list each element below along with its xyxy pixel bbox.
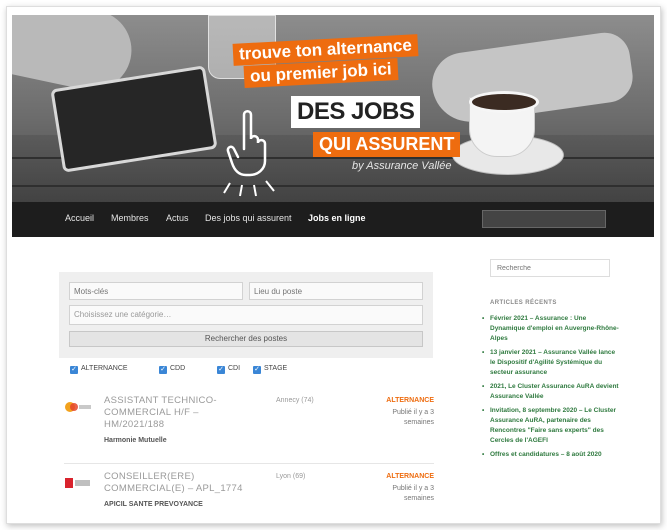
bullet-icon: • — [482, 451, 485, 458]
recent-article-text[interactable]: Février 2021 – Assurance : Une Dynamique… — [490, 315, 619, 342]
pointing-hand-icon — [223, 110, 275, 197]
recent-article-text[interactable]: 13 janvier 2021 – Assurance Vallée lance… — [490, 349, 615, 376]
job-posted-date: Publié il y a 3 semaines — [392, 485, 434, 502]
job-company: Harmonie Mutuelle — [104, 437, 167, 444]
harmonie-logo-icon — [65, 402, 91, 412]
recent-article-link[interactable]: • Février 2021 – Assurance : Une Dynamiqu… — [482, 314, 622, 344]
job-search-form: Choisissez une catégorie… Rechercher des… — [59, 272, 433, 358]
hero-title: DES JOBS — [291, 96, 421, 128]
recent-article-text[interactable]: Offres et candidatures – 8 août 2020 — [490, 451, 602, 458]
recent-articles-list: • Février 2021 – Assurance : Une Dynamiqu… — [482, 314, 622, 464]
job-posted-date: Publié il y a 3 semaines — [392, 409, 434, 426]
apicil-logo-icon — [65, 478, 90, 488]
hero-subtitle: QUI ASSURENT — [313, 132, 461, 157]
job-type-badge: ALTERNANCE — [386, 473, 434, 480]
screenshot-frame: trouve ton alternance ou premier job ici… — [6, 6, 661, 524]
filter-cdi[interactable]: ✓ CDI — [217, 365, 240, 374]
keywords-input[interactable] — [69, 282, 243, 300]
hero-banner: trouve ton alternance ou premier job ici… — [12, 15, 654, 202]
recent-article-link[interactable]: • Offres et candidatures – 8 août 2020 — [482, 450, 622, 460]
filter-label: ALTERNANCE — [81, 365, 128, 372]
job-location: Lyon (69) — [276, 473, 306, 480]
checkbox-checked-icon[interactable]: ✓ — [253, 366, 261, 374]
nav-item-jobs-en-ligne[interactable]: Jobs en ligne — [308, 213, 366, 223]
checkbox-checked-icon[interactable]: ✓ — [159, 366, 167, 374]
bullet-icon: • — [482, 407, 485, 414]
search-jobs-button[interactable]: Rechercher des postes — [69, 331, 423, 347]
recent-article-link[interactable]: • Invitation, 8 septembre 2020 – Le Clust… — [482, 406, 622, 446]
coffee-surface — [469, 91, 539, 113]
nav-item-actus[interactable]: Actus — [166, 213, 189, 223]
nav-item-accueil[interactable]: Accueil — [65, 213, 94, 223]
filter-alternance[interactable]: ✓ ALTERNANCE — [70, 365, 128, 374]
filter-stage[interactable]: ✓ STAGE — [253, 365, 287, 374]
bullet-icon: • — [482, 383, 485, 390]
job-type-badge: ALTERNANCE — [386, 397, 434, 404]
main-navigation: Accueil Membres Actus Des jobs qui assur… — [12, 202, 654, 237]
job-type-filters: ✓ ALTERNANCE ✓ CDD ✓ CDI ✓ STAGE — [70, 365, 430, 379]
nav-item-des-jobs[interactable]: Des jobs qui assurent — [205, 213, 292, 223]
job-title[interactable]: ASSISTANT TECHNICO-COMMERCIAL H/F – HM/2… — [104, 395, 244, 431]
hero-byline: by Assurance Vallée — [352, 160, 452, 172]
checkbox-checked-icon[interactable]: ✓ — [70, 366, 78, 374]
filter-label: CDI — [228, 365, 241, 372]
job-company: APICIL SANTE PREVOYANCE — [104, 501, 203, 508]
web-page: trouve ton alternance ou premier job ici… — [12, 15, 654, 517]
filter-label: CDD — [170, 365, 186, 372]
nav-search-input[interactable] — [482, 210, 606, 228]
divider — [64, 463, 434, 464]
filter-label: STAGE — [264, 365, 288, 372]
bullet-icon: • — [482, 315, 485, 322]
job-location: Annecy (74) — [276, 397, 314, 404]
recent-article-text[interactable]: Invitation, 8 septembre 2020 – Le Cluste… — [490, 407, 616, 444]
recent-articles-heading: ARTICLES RÉCENTS — [490, 300, 557, 306]
checkbox-checked-icon[interactable]: ✓ — [217, 366, 225, 374]
bullet-icon: • — [482, 349, 485, 356]
recent-article-link[interactable]: • 13 janvier 2021 – Assurance Vallée lanc… — [482, 348, 622, 378]
location-input[interactable] — [249, 282, 423, 300]
category-select[interactable]: Choisissez une catégorie… — [69, 305, 423, 325]
job-listing[interactable]: ASSISTANT TECHNICO-COMMERCIAL H/F – HM/2… — [64, 395, 434, 459]
nav-item-membres[interactable]: Membres — [111, 213, 149, 223]
job-listing[interactable]: CONSEILLER(ERE) COMMERCIAL(E) – APL_1774… — [64, 471, 434, 517]
sidebar-search-input[interactable] — [490, 259, 610, 277]
job-title[interactable]: CONSEILLER(ERE) COMMERCIAL(E) – APL_1774 — [104, 471, 244, 495]
recent-article-text[interactable]: 2021, Le Cluster Assurance AuRA devient … — [490, 383, 619, 400]
filter-cdd[interactable]: ✓ CDD — [159, 365, 185, 374]
recent-article-link[interactable]: • 2021, Le Cluster Assurance AuRA devient… — [482, 382, 622, 402]
table-plank — [12, 185, 654, 187]
